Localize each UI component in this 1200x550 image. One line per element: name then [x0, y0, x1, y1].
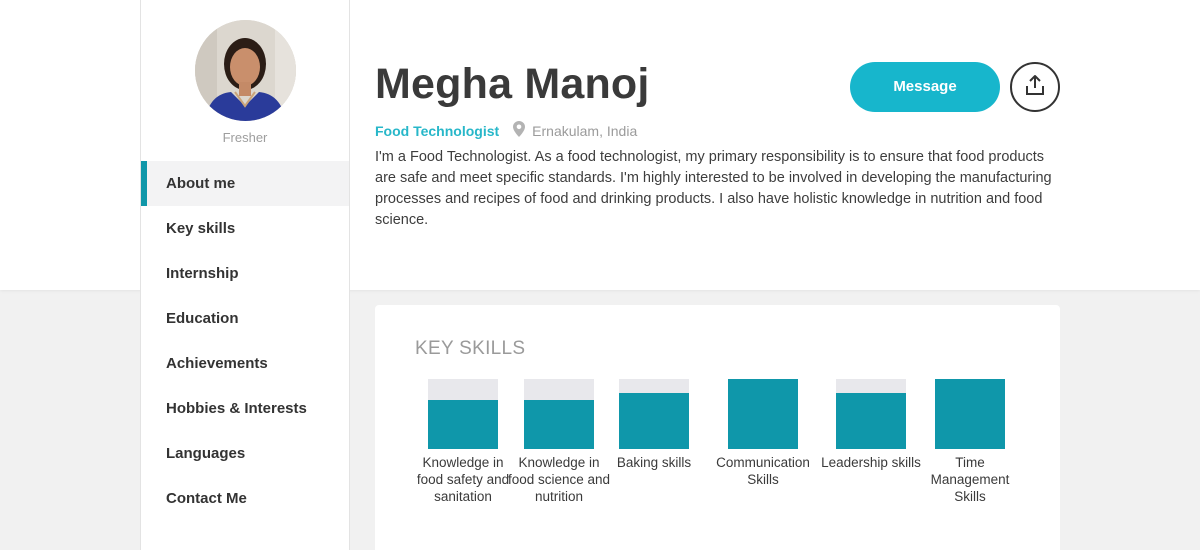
- sidebar-item-key-skills[interactable]: Key skills: [141, 206, 349, 251]
- message-button[interactable]: Message: [850, 62, 1000, 112]
- key-skills-card: KEY SKILLS Knowledge in food safety and …: [375, 305, 1060, 550]
- skill-bar-fill: [836, 393, 906, 449]
- share-button[interactable]: [1010, 62, 1060, 112]
- skill-bar-fill: [524, 400, 594, 449]
- skill-label: Leadership skills: [821, 455, 921, 470]
- skill-bar-fill: [935, 379, 1005, 449]
- skill-bar-fill: [428, 400, 498, 449]
- skill-label: Time Management Skills: [930, 455, 1010, 504]
- skill-bar-fill: [619, 393, 689, 449]
- profile-name: Megha Manoj: [375, 60, 650, 108]
- sidebar-item-internship[interactable]: Internship: [141, 251, 349, 296]
- profile-meta: Food Technologist Ernakulam, India: [375, 121, 637, 140]
- profile-bio: I'm a Food Technologist. As a food techn…: [375, 149, 1052, 228]
- sidebar-item-hobbies[interactable]: Hobbies & Interests: [141, 386, 349, 431]
- sidebar-nav: About me Key skills Internship Education…: [141, 161, 349, 521]
- sidebar: Fresher About me Key skills Internship E…: [140, 0, 350, 550]
- profile-location: Ernakulam, India: [532, 122, 638, 139]
- sidebar-item-contact[interactable]: Contact Me: [141, 476, 349, 521]
- sidebar-item-about-me[interactable]: About me: [141, 161, 349, 206]
- skill-label: Baking skills: [616, 455, 692, 470]
- sidebar-item-education[interactable]: Education: [141, 296, 349, 341]
- skill-label: Knowledge in food safety and sanitation: [416, 455, 510, 504]
- profile-title: Food Technologist: [375, 122, 500, 139]
- avatar: [195, 20, 296, 121]
- skill-label: Knowledge in food science and nutrition: [507, 455, 611, 504]
- share-icon: [1025, 74, 1045, 101]
- skill-bar-fill: [728, 379, 798, 449]
- status-label: Fresher: [222, 130, 268, 145]
- location-pin-icon: [513, 121, 526, 140]
- skill-bars: [428, 379, 1005, 449]
- sidebar-item-achievements[interactable]: Achievements: [141, 341, 349, 386]
- skill-label: Communication Skills: [716, 455, 810, 487]
- sidebar-item-languages[interactable]: Languages: [141, 431, 349, 476]
